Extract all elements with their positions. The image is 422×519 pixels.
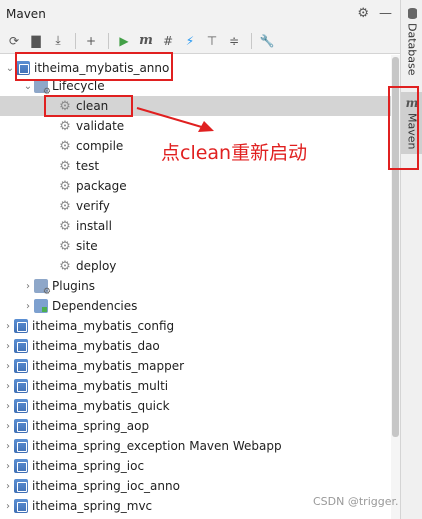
annotation-text: 点clean重新启动 (161, 142, 308, 164)
watermark: CSDN @trigger. (313, 495, 399, 508)
annotation-arrow (136, 107, 214, 132)
